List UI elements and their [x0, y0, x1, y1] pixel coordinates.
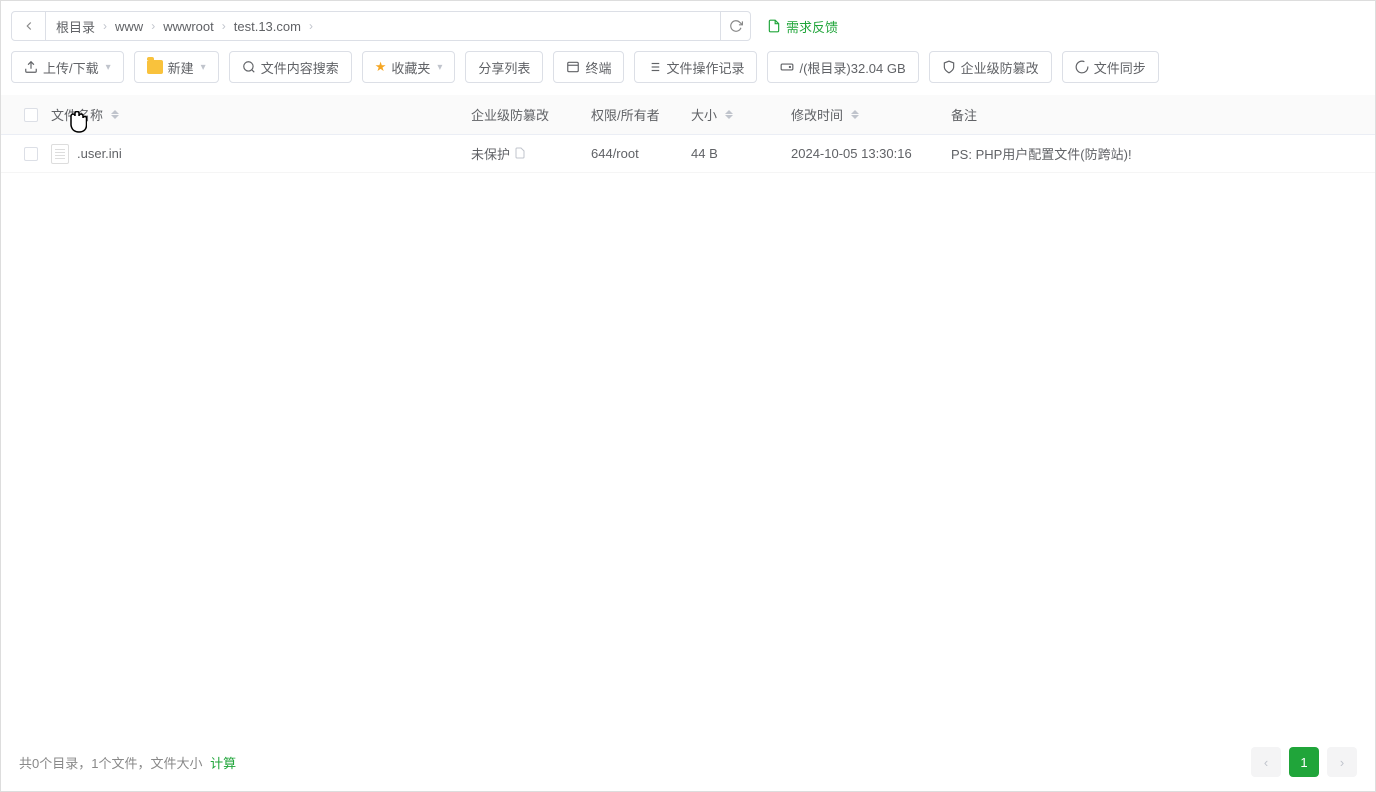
chevron-right-icon: ›: [222, 19, 226, 33]
chevron-right-icon: ›: [103, 19, 107, 33]
chevron-down-icon: ▾: [437, 62, 442, 73]
select-all-checkbox[interactable]: [24, 108, 38, 122]
file-name[interactable]: .user.ini: [77, 146, 122, 161]
column-header-mtime[interactable]: 修改时间: [791, 105, 951, 124]
prev-page-button[interactable]: ‹: [1251, 747, 1281, 777]
feedback-link[interactable]: 需求反馈: [767, 17, 838, 36]
file-size: 44 B: [691, 146, 718, 161]
lock-icon: [514, 148, 526, 162]
pagination: ‹ 1 ›: [1251, 747, 1357, 777]
upload-icon: [24, 60, 38, 74]
column-header-permission[interactable]: 权限/所有者: [591, 105, 691, 124]
chevron-down-icon: ▾: [106, 62, 111, 73]
share-list-button[interactable]: 分享列表: [465, 51, 543, 83]
search-icon: [242, 60, 256, 74]
column-header-remark[interactable]: 备注: [951, 105, 1365, 124]
disk-root-button[interactable]: /(根目录)32.04 GB: [767, 51, 918, 83]
file-mtime: 2024-10-05 13:30:16: [791, 146, 912, 161]
sort-icon: [111, 110, 119, 119]
upload-download-button[interactable]: 上传/下载 ▾: [11, 51, 124, 83]
enterprise-protect-button[interactable]: 企业级防篡改: [929, 51, 1052, 83]
operation-log-button[interactable]: 文件操作记录: [634, 51, 757, 83]
page-number-button[interactable]: 1: [1289, 747, 1319, 777]
file-table: 文件名称 企业级防篡改 权限/所有者 大小 修改时间 备注 .user.ini …: [1, 95, 1375, 173]
file-sync-button[interactable]: 文件同步: [1062, 51, 1159, 83]
refresh-button[interactable]: [720, 12, 750, 40]
feedback-label: 需求反馈: [786, 17, 838, 36]
breadcrumb-item-current[interactable]: test.13.com: [234, 19, 301, 34]
calculate-link[interactable]: 计算: [210, 756, 236, 771]
new-button[interactable]: 新建 ▾: [134, 51, 219, 83]
back-button[interactable]: [12, 12, 46, 40]
chevron-down-icon: ▾: [201, 62, 206, 73]
sync-icon: [1075, 60, 1089, 74]
file-permission: 644/root: [591, 146, 639, 161]
breadcrumb-bar: 根目录 › www › wwwroot › test.13.com ›: [11, 11, 751, 41]
table-row[interactable]: .user.ini 未保护 644/root 44 B 2024-10-05 1…: [1, 135, 1375, 173]
column-header-name[interactable]: 文件名称: [51, 105, 471, 124]
column-header-protect[interactable]: 企业级防篡改: [471, 105, 591, 124]
chevron-right-icon: ›: [309, 19, 313, 33]
table-header: 文件名称 企业级防篡改 权限/所有者 大小 修改时间 备注: [1, 95, 1375, 135]
sort-icon: [725, 110, 733, 119]
disk-icon: [780, 60, 794, 74]
terminal-icon: [566, 60, 580, 74]
breadcrumb-item-root[interactable]: 根目录: [56, 17, 95, 36]
favorites-button[interactable]: ★ 收藏夹 ▾: [362, 51, 456, 83]
terminal-button[interactable]: 终端: [553, 51, 624, 83]
breadcrumb-item-www[interactable]: www: [115, 19, 143, 34]
protect-status: 未保护: [471, 147, 510, 162]
shield-icon: [942, 60, 956, 74]
folder-icon: [147, 60, 163, 74]
chevron-right-icon: ›: [151, 19, 155, 33]
file-remark: PS: PHP用户配置文件(防跨站)!: [951, 147, 1132, 162]
row-checkbox[interactable]: [24, 147, 38, 161]
column-header-size[interactable]: 大小: [691, 105, 791, 124]
file-icon: [51, 144, 69, 164]
content-search-button[interactable]: 文件内容搜索: [229, 51, 352, 83]
footer-summary: 共0个目录，1个文件，文件大小: [19, 756, 202, 771]
footer: 共0个目录，1个文件，文件大小 计算 ‹ 1 ›: [1, 733, 1375, 791]
sort-icon: [851, 110, 859, 119]
list-icon: [647, 60, 661, 74]
breadcrumb-item-wwwroot[interactable]: wwwroot: [163, 19, 214, 34]
breadcrumb: 根目录 › www › wwwroot › test.13.com ›: [46, 17, 720, 36]
toolbar: 上传/下载 ▾ 新建 ▾ 文件内容搜索 ★ 收藏夹 ▾ 分享列表 终端 文件操作…: [1, 51, 1375, 95]
star-icon: ★: [375, 59, 387, 75]
next-page-button[interactable]: ›: [1327, 747, 1357, 777]
